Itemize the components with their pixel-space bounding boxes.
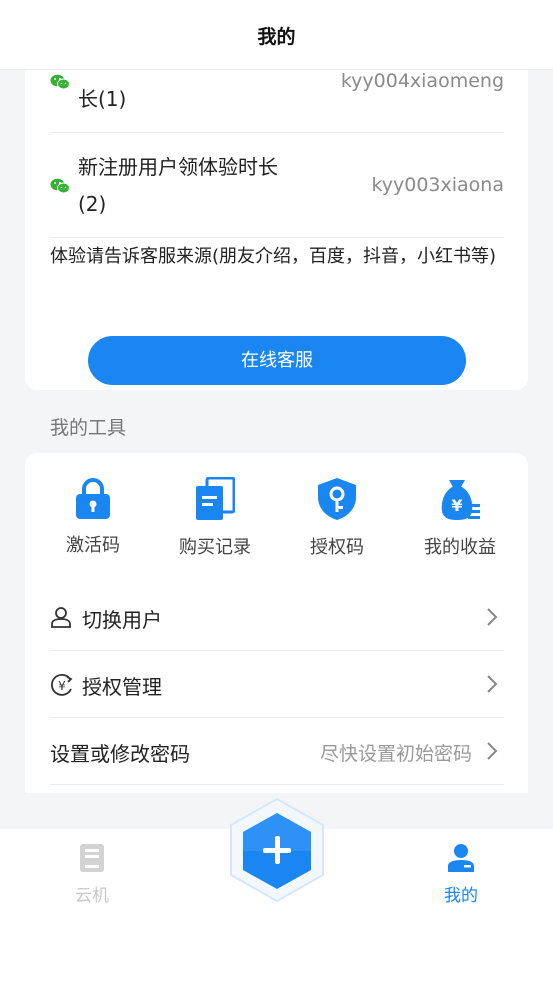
chevron-right-icon <box>487 742 498 760</box>
chevron-right-icon <box>487 675 498 693</box>
tool-my-earnings[interactable]: ¥ 我的收益 <box>405 477 515 559</box>
tool-label: 我的收益 <box>424 537 496 558</box>
tools-card: 激活码 购买记录 授权码 ¥ 我的收益 切换用户 ¥ 授权管理 设置或修改密码 … <box>25 453 528 793</box>
password-hint: 尽快设置初始密码 <box>319 743 472 765</box>
service-contact-account: kyy004xiaomeng <box>340 70 504 92</box>
menu-password[interactable]: 设置或修改密码 尽快设置初始密码 <box>50 718 504 785</box>
tools-section-title: 我的工具 <box>50 417 127 439</box>
user-profile-icon <box>448 844 474 872</box>
customer-service-card: 长(1) kyy004xiaomeng 新注册用户领体验时长(2) kyy003… <box>25 50 528 390</box>
service-contact-name: 新注册用户领体验时长(2) <box>78 155 278 216</box>
menu-switch-user[interactable]: 切换用户 <box>50 584 504 651</box>
document-icon <box>196 477 235 520</box>
add-button[interactable] <box>227 797 327 903</box>
svg-text:¥: ¥ <box>58 679 66 693</box>
service-contact-name: 长(1) <box>78 87 127 111</box>
wechat-icon <box>50 178 70 194</box>
tab-mine[interactable]: 我的 <box>421 843 501 906</box>
chevron-right-icon <box>487 608 498 626</box>
tool-label: 激活码 <box>66 535 120 556</box>
tool-authorization-code[interactable]: 授权码 <box>282 477 392 559</box>
phone-device-icon <box>80 844 104 872</box>
top-header: 我的 <box>0 0 553 70</box>
service-contact-row[interactable]: 新注册用户领体验时长(2) kyy003xiaona <box>50 133 504 238</box>
lock-icon <box>76 478 110 519</box>
tool-label: 购买记录 <box>179 537 251 558</box>
menu-auth-manage[interactable]: ¥ 授权管理 <box>50 651 504 718</box>
tab-cloud[interactable]: 云机 <box>52 843 132 906</box>
tool-purchase-records[interactable]: 购买记录 <box>160 477 270 559</box>
tool-activation-code[interactable]: 激活码 <box>38 477 148 557</box>
menu-label: 切换用户 <box>82 608 162 632</box>
page-title: 我的 <box>257 26 296 48</box>
menu-label: 授权管理 <box>82 675 162 699</box>
menu-label: 设置或修改密码 <box>50 742 190 766</box>
tab-label: 我的 <box>444 886 478 906</box>
key-shield-icon <box>318 478 356 520</box>
tab-label: 云机 <box>75 886 109 906</box>
svg-text:¥: ¥ <box>451 496 462 515</box>
service-contact-account: kyy003xiaona <box>371 174 504 196</box>
tool-label: 授权码 <box>310 537 364 558</box>
yuan-refresh-icon: ¥ <box>51 674 73 696</box>
user-icon <box>51 607 71 628</box>
money-bag-icon: ¥ <box>441 480 480 520</box>
wechat-icon <box>50 74 70 90</box>
source-notice: 体验请告诉客服来源(朋友介绍，百度，抖音，小红书等) <box>50 246 497 267</box>
online-service-button[interactable]: 在线客服 <box>88 336 466 385</box>
